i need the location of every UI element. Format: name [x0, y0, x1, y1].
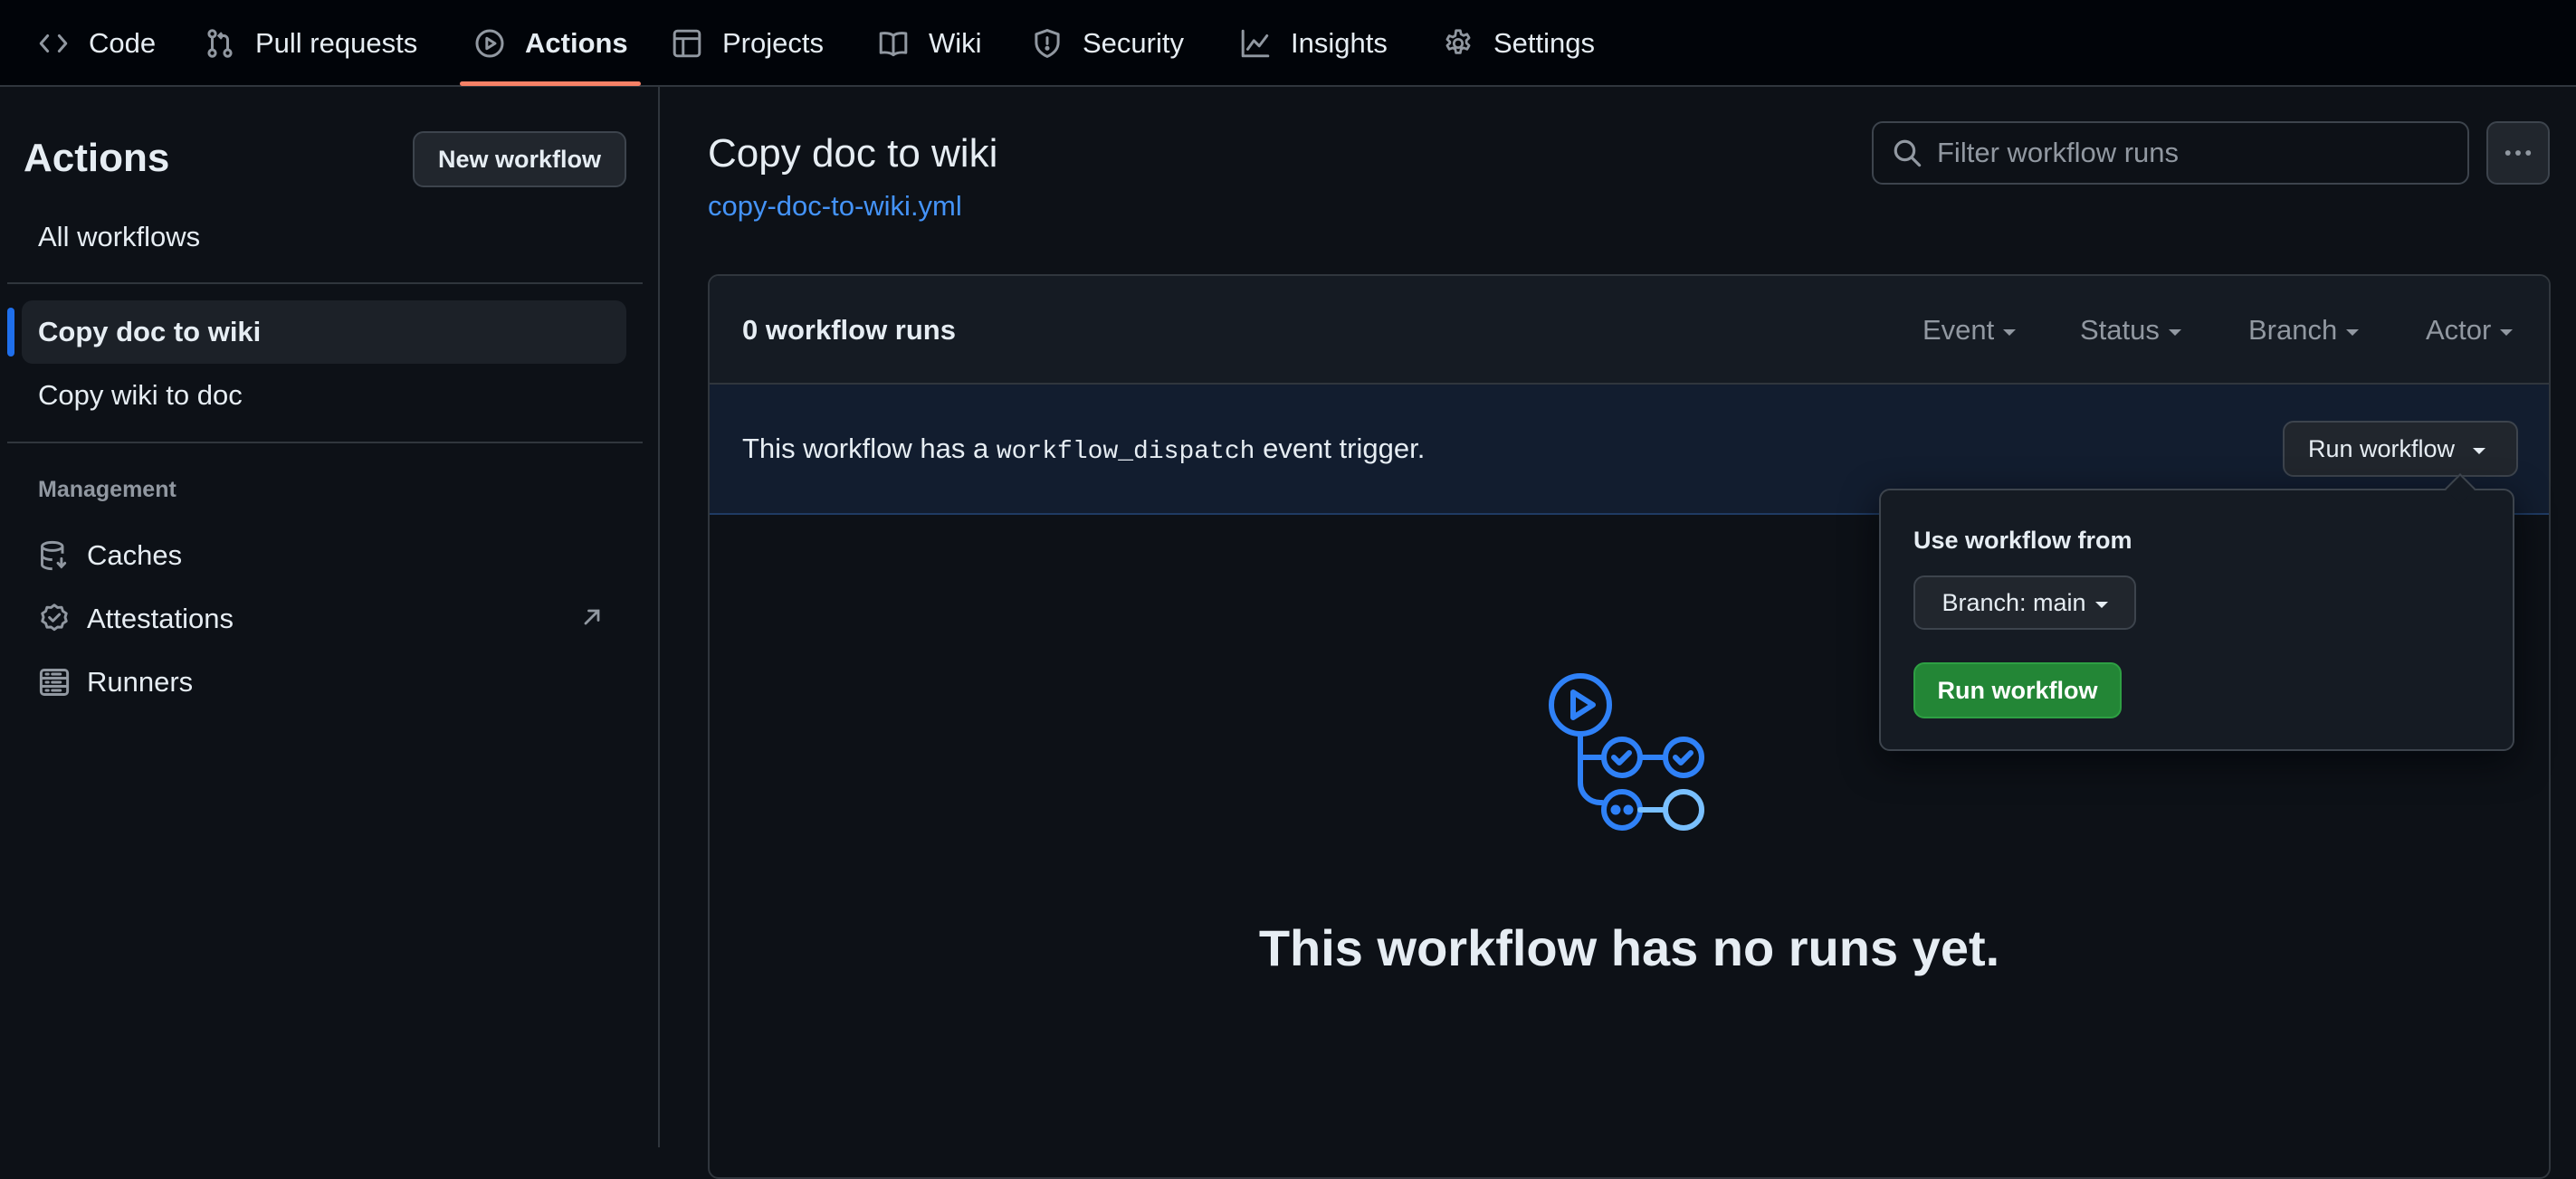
tab-pull-requests[interactable]: Pull requests [205, 0, 417, 87]
filter-branch-dropdown[interactable]: Branch [2248, 314, 2360, 347]
page-title: Copy doc to wiki [708, 131, 998, 176]
caret-down-icon [2168, 328, 2181, 336]
tab-security[interactable]: Security [1032, 0, 1184, 87]
tab-label: Insights [1291, 27, 1388, 59]
database-icon [41, 540, 67, 571]
server-icon [39, 669, 70, 696]
gear-icon [1445, 29, 1471, 54]
tab-projects[interactable]: Projects [672, 0, 824, 87]
branch-select-button[interactable]: Branch: main [1913, 575, 2136, 630]
runs-header: 0 workflow runs Event Status Branch Acto… [710, 276, 2549, 385]
management-heading: Management [38, 477, 177, 502]
tab-label: Security [1083, 27, 1184, 59]
kebab-horizontal-icon [2504, 150, 2532, 156]
tab-label: Pull requests [255, 27, 418, 59]
sidebar-item-attestations[interactable]: Attestations [87, 603, 234, 635]
filter-workflow-runs-input[interactable] [1935, 136, 2446, 170]
caret-down-icon [2346, 328, 2360, 336]
tab-label: Code [89, 27, 157, 59]
code-icon [39, 34, 68, 52]
verified-icon [41, 604, 68, 632]
play-icon [475, 29, 504, 58]
filter-label: Branch [2248, 314, 2338, 346]
caret-down-icon [2094, 601, 2108, 608]
tab-label: Wiki [929, 27, 982, 59]
sidebar-item-copy-doc-to-wiki[interactable]: Copy doc to wiki [38, 316, 261, 348]
sidebar-item-all-workflows[interactable]: All workflows [38, 221, 200, 253]
banner-prefix: This workflow has a [742, 433, 997, 464]
tab-wiki[interactable]: Wiki [878, 0, 982, 87]
banner-code: workflow_dispatch [996, 438, 1255, 466]
tab-settings[interactable]: Settings [1443, 0, 1595, 87]
sidebar-divider [658, 87, 660, 1147]
new-workflow-button[interactable]: New workflow [413, 131, 626, 187]
run-workflow-button[interactable]: Run workflow [1913, 662, 2122, 718]
runs-count: 0 workflow runs [742, 314, 956, 346]
filter-actor-dropdown[interactable]: Actor [2426, 314, 2514, 347]
external-link-icon [584, 609, 600, 625]
tab-label: Actions [525, 27, 628, 59]
filter-label: Actor [2426, 314, 2492, 346]
shield-icon [1035, 29, 1060, 58]
repo-nav: Code Pull requests Actions Projects Wiki… [0, 0, 2576, 87]
caret-down-icon [2003, 328, 2017, 336]
sidebar-separator [7, 442, 643, 443]
sidebar-separator [7, 282, 643, 284]
sidebar-item-runners[interactable]: Runners [87, 666, 193, 699]
caret-down-icon [2473, 447, 2486, 454]
caret-down-icon [2500, 328, 2514, 336]
tab-insights[interactable]: Insights [1240, 0, 1388, 87]
graph-icon [1241, 29, 1270, 58]
tab-actions[interactable]: Actions [474, 0, 628, 87]
book-icon [879, 32, 908, 57]
run-workflow-dropdown-button[interactable]: Run workflow [2283, 421, 2518, 477]
more-options-button[interactable] [2486, 121, 2550, 185]
sidebar-item-copy-wiki-to-doc[interactable]: Copy wiki to doc [38, 379, 243, 412]
tab-label: Projects [722, 27, 824, 59]
git-pull-request-icon [207, 29, 233, 58]
workflow-empty-state-icon [1549, 673, 1704, 831]
table-icon [673, 29, 701, 58]
filter-label: Event [1922, 314, 1995, 346]
banner-text: This workflow has a workflow_dispatch ev… [742, 433, 1425, 466]
workflow-file-link[interactable]: copy-doc-to-wiki.yml [708, 190, 962, 223]
selected-item-indicator [7, 308, 14, 357]
filter-workflow-runs-field [1872, 121, 2469, 185]
filter-event-dropdown[interactable]: Event [1922, 314, 2017, 347]
run-workflow-label: Run workflow [2308, 434, 2456, 462]
use-workflow-from-label: Use workflow from [1913, 527, 2132, 554]
filter-status-dropdown[interactable]: Status [2080, 314, 2181, 347]
filter-label: Status [2080, 314, 2160, 346]
banner-suffix: event trigger. [1255, 433, 1426, 464]
run-workflow-popover: Use workflow from Branch: main Run workf… [1879, 489, 2514, 751]
active-tab-underline [460, 81, 641, 86]
branch-label: Branch: main [1942, 588, 2086, 616]
sidebar-item-caches[interactable]: Caches [87, 539, 182, 572]
tab-code[interactable]: Code [38, 0, 156, 87]
tab-label: Settings [1493, 27, 1596, 59]
search-icon [1894, 139, 1922, 167]
empty-state-message: This workflow has no runs yet. [1258, 919, 2000, 976]
sidebar-title: Actions [24, 136, 170, 180]
